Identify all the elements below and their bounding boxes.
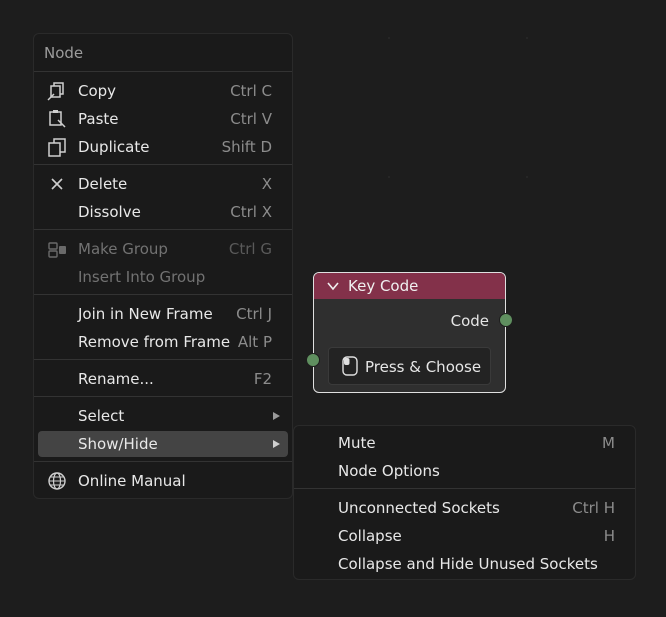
menu-item-label: Dissolve: [78, 203, 141, 221]
menu-separator: [294, 488, 635, 489]
submenu-item-node-options[interactable]: Node Options: [298, 458, 631, 484]
make-group-icon: [48, 242, 66, 258]
paste-icon: [49, 110, 66, 128]
submenu-item-mute[interactable]: Mute M: [298, 430, 631, 456]
menu-title: Node: [44, 44, 84, 62]
menu-item-dissolve[interactable]: Dissolve Ctrl X: [38, 199, 288, 225]
submenu-arrow-icon: [273, 440, 280, 448]
menu-item-delete[interactable]: Delete X: [38, 171, 288, 197]
menu-item-label: Join in New Frame: [78, 305, 213, 323]
menu-item-label: Copy: [78, 82, 117, 100]
menu-separator: [34, 71, 292, 72]
menu-separator: [34, 359, 292, 360]
chevron-down-icon[interactable]: [326, 279, 340, 293]
menu-item-label: Delete: [78, 175, 128, 193]
menu-item-remove-from-frame[interactable]: Remove from Frame Alt P: [38, 329, 288, 355]
globe-icon: [48, 472, 66, 490]
grid-dot: [526, 37, 528, 39]
menu-item-label: Rename...: [78, 370, 154, 388]
submenu-item-unconnected-sockets[interactable]: Unconnected Sockets Ctrl H: [298, 495, 631, 521]
menu-item-label: Duplicate: [78, 138, 150, 156]
menu-item-shortcut: Ctrl V: [230, 110, 272, 128]
menu-item-shortcut: Ctrl X: [230, 203, 272, 221]
menu-item-join-in-new-frame[interactable]: Join in New Frame Ctrl J: [38, 301, 288, 327]
menu-item-shortcut: Shift D: [221, 138, 272, 156]
menu-item-shortcut: Ctrl G: [228, 240, 272, 258]
menu-item-label: Collapse: [338, 527, 402, 545]
menu-item-shortcut: Ctrl J: [236, 305, 272, 323]
menu-item-label: Collapse and Hide Unused Sockets: [338, 555, 598, 573]
submenu-item-collapse[interactable]: Collapse H: [298, 523, 631, 549]
grid-dot: [388, 37, 390, 39]
menu-item-shortcut: Ctrl H: [572, 499, 615, 517]
menu-item-label: Online Manual: [78, 472, 186, 490]
menu-item-make-group[interactable]: Make Group Ctrl G: [38, 236, 288, 262]
menu-separator: [34, 396, 292, 397]
menu-item-label: Show/Hide: [78, 435, 158, 453]
grid-dot: [388, 176, 390, 178]
menu-item-label: Node Options: [338, 462, 440, 480]
menu-item-label: Insert Into Group: [78, 268, 206, 286]
mouse-icon: [342, 356, 358, 376]
submenu-arrow-icon: [273, 412, 280, 420]
menu-item-duplicate[interactable]: Duplicate Shift D: [38, 134, 288, 160]
submenu-item-collapse-and-hide-unused-sockets[interactable]: Collapse and Hide Unused Sockets: [298, 551, 631, 577]
output-socket[interactable]: [499, 313, 513, 327]
menu-separator: [34, 294, 292, 295]
grid-dot: [526, 176, 528, 178]
menu-item-shortcut: Alt P: [237, 333, 272, 351]
node-context-menu: Node Copy Ctrl C Paste Ctrl V Duplicate …: [33, 33, 293, 499]
menu-item-shortcut: Ctrl C: [230, 82, 272, 100]
menu-item-shortcut: X: [261, 175, 272, 193]
menu-item-label: Unconnected Sockets: [338, 499, 500, 517]
menu-item-rename[interactable]: Rename... F2: [38, 366, 288, 392]
button-label: Press & Choose: [365, 358, 482, 376]
menu-item-select[interactable]: Select: [38, 403, 288, 429]
menu-item-label: Select: [78, 407, 125, 425]
menu-item-shortcut: M: [602, 434, 615, 452]
menu-item-label: Mute: [338, 434, 376, 452]
output-socket-label: Code: [450, 312, 489, 330]
show-hide-submenu: Mute M Node Options Unconnected Sockets …: [293, 425, 636, 580]
menu-item-label: Paste: [78, 110, 119, 128]
menu-item-shortcut: F2: [253, 370, 272, 388]
menu-item-shortcut: H: [603, 527, 615, 545]
menu-separator: [34, 229, 292, 230]
close-icon: [51, 178, 63, 190]
node-header[interactable]: Key Code: [314, 273, 505, 299]
menu-item-insert-into-group[interactable]: Insert Into Group: [38, 264, 288, 290]
duplicate-icon: [48, 138, 66, 157]
menu-item-show-hide[interactable]: Show/Hide: [38, 431, 288, 457]
node-title: Key Code: [348, 277, 419, 295]
menu-item-label: Make Group: [78, 240, 168, 258]
press-and-choose-button[interactable]: Press & Choose: [328, 347, 491, 385]
key-code-node[interactable]: Key Code Code Press & Choose: [306, 272, 513, 393]
menu-item-paste[interactable]: Paste Ctrl V: [38, 106, 288, 132]
copy-icon: [47, 82, 64, 101]
menu-item-label: Remove from Frame: [78, 333, 231, 351]
input-socket[interactable]: [306, 353, 320, 367]
menu-item-online-manual[interactable]: Online Manual: [38, 468, 288, 494]
menu-item-copy[interactable]: Copy Ctrl C: [38, 78, 288, 104]
menu-separator: [34, 164, 292, 165]
menu-separator: [34, 461, 292, 462]
